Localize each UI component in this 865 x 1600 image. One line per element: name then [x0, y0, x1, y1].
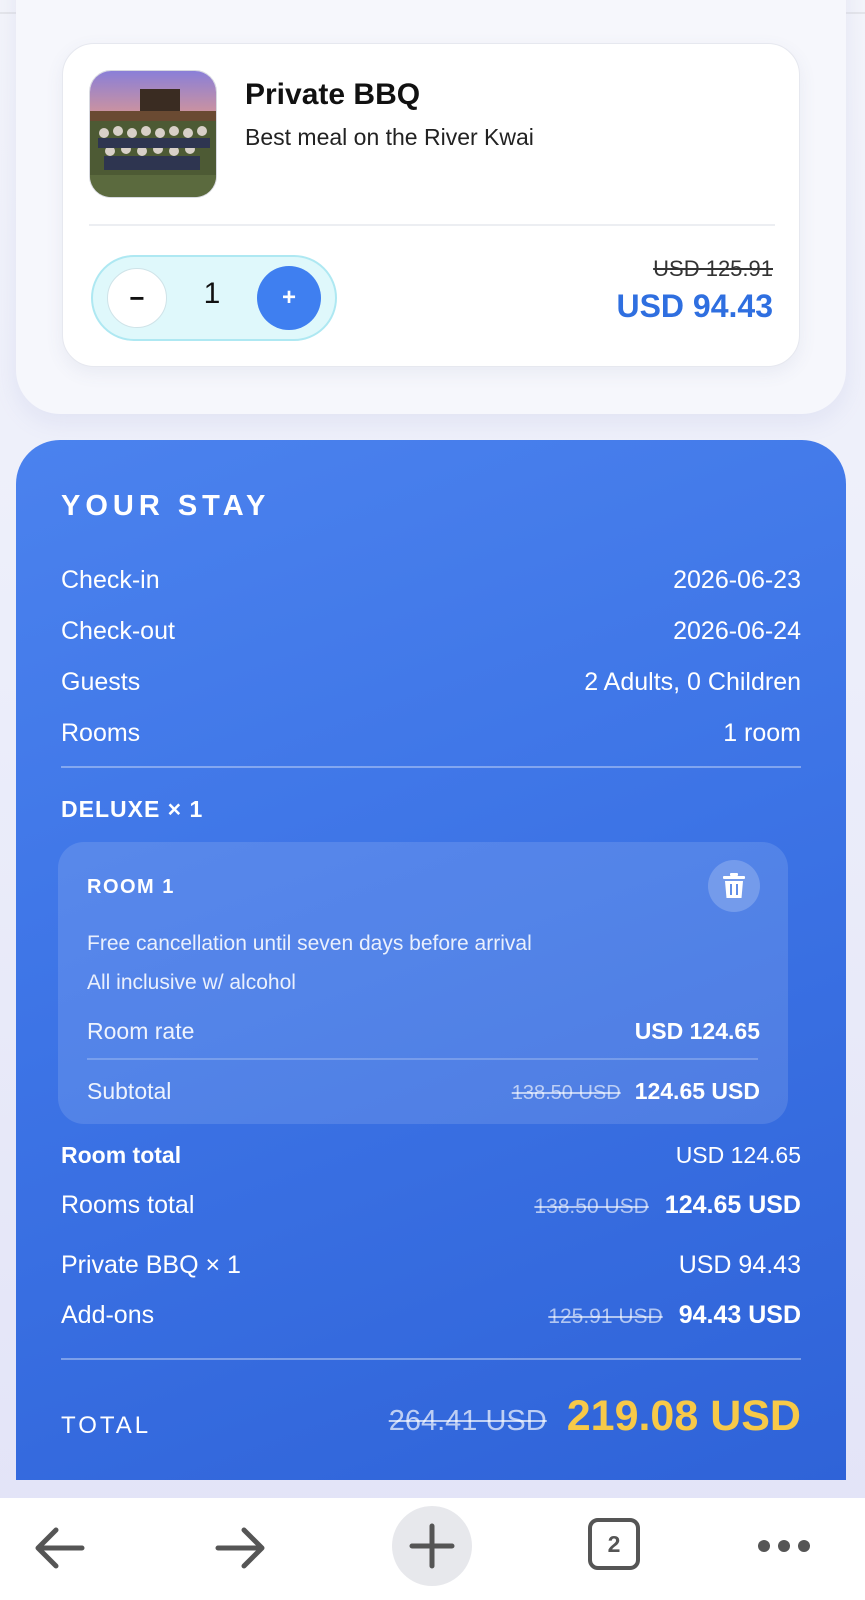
addon-line-value: USD 94.43	[678, 1251, 801, 1279]
addon-card: Private BBQ Best meal on the River Kwai …	[62, 43, 800, 367]
stay-heading: YOUR STAY	[61, 490, 271, 522]
addons-value: 125.91 USD 94.43 USD	[548, 1301, 801, 1330]
rooms-total-value: 138.50 USD 124.65 USD	[534, 1191, 801, 1220]
forward-button[interactable]	[214, 1526, 268, 1575]
addon-subtitle: Best meal on the River Kwai	[245, 124, 534, 150]
browser-toolbar: 2	[0, 1498, 865, 1600]
rooms-total-label: Rooms total	[61, 1191, 195, 1219]
addon-divider	[89, 224, 775, 226]
addons-discounted: 94.43 USD	[678, 1301, 801, 1329]
checkin-value: 2026-06-23	[673, 566, 801, 594]
back-arrow-icon	[35, 1527, 85, 1569]
rooms-label: Rooms	[61, 719, 141, 747]
addon-photo	[89, 70, 217, 198]
addon-original-price: USD 125.91	[653, 256, 773, 281]
rooms-total-original: 138.50 USD	[534, 1195, 649, 1218]
total-discounted: 219.08 USD	[566, 1392, 801, 1440]
cancellation-policy: Free cancellation until seven days befor…	[87, 932, 532, 955]
back-button[interactable]	[32, 1526, 86, 1575]
room-card: ROOM 1 Free cancellation until seven day…	[58, 842, 788, 1124]
room-rate-label: Room rate	[87, 1018, 195, 1044]
tab-switcher-button[interactable]: 2	[588, 1518, 640, 1570]
more-menu-button[interactable]	[756, 1538, 812, 1559]
addon-price: USD 94.43	[616, 288, 773, 324]
decrease-button[interactable]: −	[107, 268, 167, 328]
remove-room-button[interactable]	[708, 860, 760, 912]
addon-line-label: Private BBQ × 1	[61, 1251, 241, 1279]
more-icon	[758, 1540, 810, 1552]
room-rate-value: USD 124.65	[634, 1018, 760, 1044]
forward-arrow-icon	[215, 1527, 265, 1569]
room-title: ROOM 1	[87, 876, 175, 898]
room-type-heading: DELUXE × 1	[61, 796, 204, 822]
room-total-label: Room total	[61, 1142, 182, 1168]
rooms-value: 1 room	[723, 719, 801, 747]
your-stay-panel: YOUR STAY Check-in 2026-06-23 Check-out …	[16, 440, 846, 1480]
total-divider	[61, 1358, 801, 1360]
addons-label: Add-ons	[61, 1301, 155, 1329]
total-original: 264.41 USD	[388, 1405, 547, 1437]
addon-title: Private BBQ	[245, 78, 421, 111]
rooms-total-discounted: 124.65 USD	[664, 1191, 801, 1219]
new-tab-button[interactable]	[392, 1506, 472, 1586]
board-type: All inclusive w/ alcohol	[87, 971, 296, 994]
addons-original: 125.91 USD	[548, 1305, 663, 1328]
subtotal-label: Subtotal	[87, 1078, 172, 1104]
checkout-value: 2026-06-24	[673, 617, 801, 645]
room-total-value: USD 124.65	[675, 1142, 801, 1168]
subtotal-original: 138.50 USD	[511, 1082, 621, 1104]
subtotal-discounted: 124.65 USD	[634, 1078, 760, 1104]
quantity-value: 1	[203, 277, 221, 310]
trash-icon	[723, 873, 745, 898]
increase-button[interactable]: +	[257, 266, 321, 330]
room-divider	[87, 1058, 758, 1060]
guests-label: Guests	[61, 668, 141, 696]
addons-section: Private BBQ Best meal on the River Kwai …	[16, 0, 846, 414]
checkout-label: Check-out	[61, 617, 175, 645]
stay-divider	[61, 766, 801, 768]
subtotal-value: 138.50 USD 124.65 USD	[512, 1078, 760, 1105]
total-label: TOTAL	[61, 1412, 152, 1439]
total-value: 264.41 USD 219.08 USD	[389, 1392, 801, 1441]
guests-value: 2 Adults, 0 Children	[584, 668, 801, 696]
quantity-stepper: − 1 +	[91, 255, 337, 341]
checkin-label: Check-in	[61, 566, 160, 594]
plus-icon	[409, 1523, 455, 1569]
